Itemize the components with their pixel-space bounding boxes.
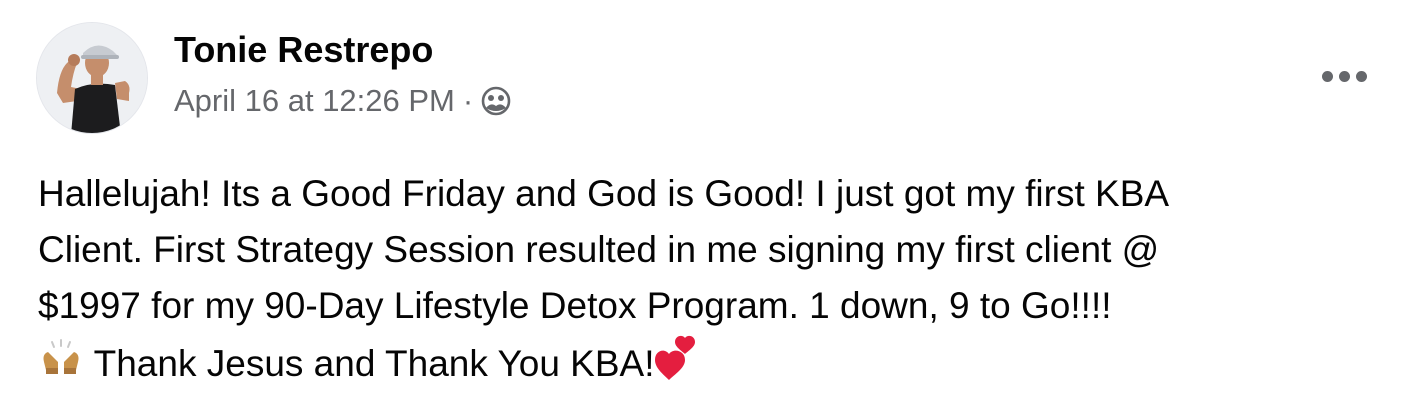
avatar-image — [37, 23, 147, 133]
more-options-icon — [1321, 70, 1333, 82]
friends-icon[interactable] — [481, 86, 511, 116]
post-text-line-final: Thank Jesus and Thank You KBA! — [93, 342, 655, 384]
heart-exclamation-emoji — [654, 334, 701, 398]
post-subline: April 16 at 12:26 PM · — [174, 82, 511, 120]
post-body-text: Hallelujah! Its a Good Friday and God is… — [38, 166, 1378, 398]
author-avatar[interactable] — [36, 22, 148, 134]
post-text-line: Client. First Strategy Session resulted … — [38, 229, 1160, 270]
post-text-line: $1997 for my 90-Day Lifestyle Detox Prog… — [38, 285, 1112, 326]
post-text-line-with-emoji: Thank Jesus and Thank You KBA! — [38, 334, 1378, 398]
author-name-link[interactable]: Tonie Restrepo — [174, 28, 511, 72]
post-text-line: Hallelujah! Its a Good Friday and God is… — [38, 173, 1170, 214]
separator-dot: · — [462, 83, 474, 118]
more-options-button[interactable] — [1312, 52, 1376, 100]
post-timestamp-link[interactable]: April 16 at 12:26 PM — [174, 82, 455, 120]
raising-hands-emoji — [38, 338, 84, 394]
post-header: Tonie Restrepo April 16 at 12:26 PM · — [36, 22, 1376, 134]
post-card: Tonie Restrepo April 16 at 12:26 PM · Ha… — [0, 0, 1412, 414]
more-options-icon — [1338, 70, 1350, 82]
post-meta: Tonie Restrepo April 16 at 12:26 PM · — [174, 28, 511, 120]
more-options-icon — [1355, 70, 1367, 82]
